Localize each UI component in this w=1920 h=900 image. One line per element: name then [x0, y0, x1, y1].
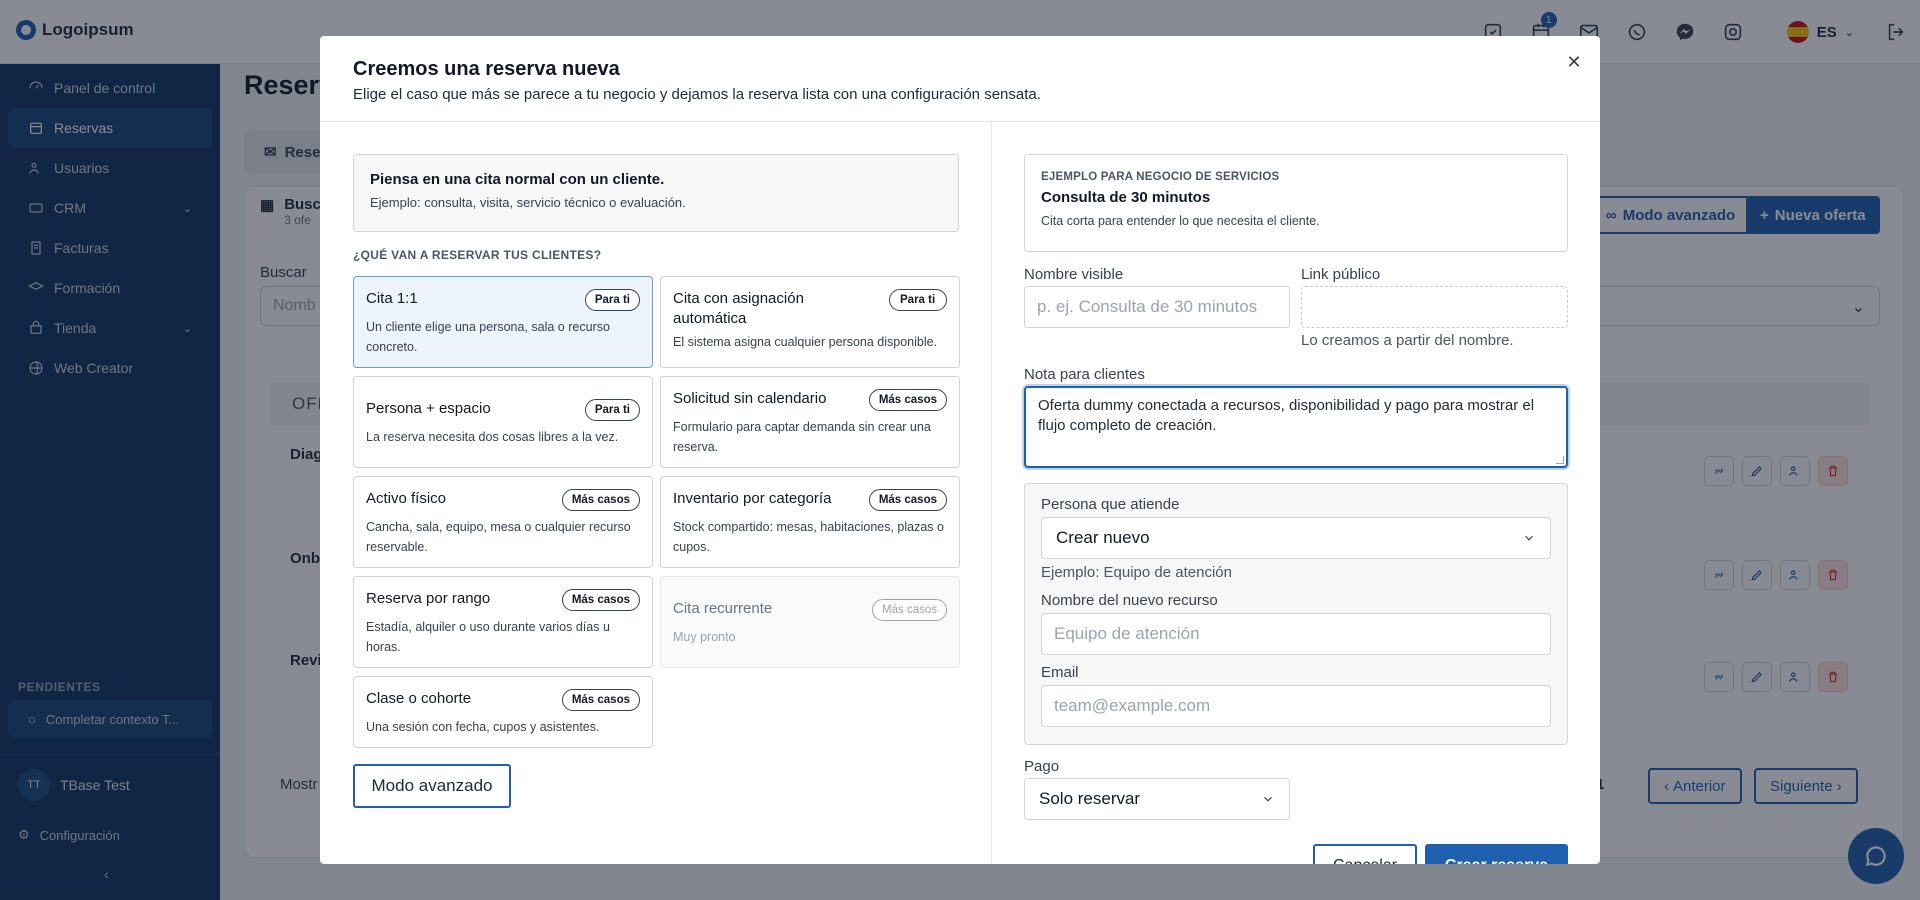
resize-handle-icon[interactable]	[1556, 456, 1564, 464]
modal-subtitle: Elige el caso que más se parece a tu neg…	[353, 86, 1041, 103]
option-description: El sistema asigna cualquier persona disp…	[673, 335, 938, 349]
example-box: EJEMPLO PARA NEGOCIO DE SERVICIOS Consul…	[1024, 154, 1568, 252]
resource-name-input[interactable]: Equipo de atención	[1041, 613, 1551, 655]
option-title: Cita recurrente	[673, 600, 773, 617]
chevron-down-icon	[1264, 796, 1272, 802]
create-booking-button[interactable]: Crear reserva	[1425, 844, 1568, 864]
payment-label: Pago	[1024, 758, 1060, 775]
public-link-help: Lo creamos a partir del nombre.	[1301, 332, 1514, 349]
person-select-value: Crear nuevo	[1056, 528, 1150, 547]
option-description: La reserva necesita dos cosas libres a l…	[366, 430, 619, 444]
person-label: Persona que atiende	[1041, 496, 1180, 513]
person-help: Ejemplo: Equipo de atención	[1041, 564, 1232, 581]
chevron-down-icon	[1525, 535, 1533, 541]
column-divider	[991, 122, 992, 864]
email-label: Email	[1041, 664, 1079, 681]
visible-name-label: Nombre visible	[1024, 266, 1124, 283]
option-badge: Para ti	[889, 289, 947, 311]
option-request-no-calendar[interactable]: Solicitud sin calendario Más casos Formul…	[660, 376, 960, 468]
close-icon[interactable]: ✕	[1562, 50, 1586, 74]
option-inventory-category[interactable]: Inventario por categoría Más casos Stock …	[660, 476, 960, 568]
option-badge: Más casos	[561, 689, 640, 711]
option-title: Cita con asignación automática	[673, 290, 804, 327]
option-badge: Para ti	[584, 289, 640, 311]
payment-select[interactable]: Solo reservar	[1024, 778, 1290, 820]
option-description: Stock compartido: mesas, habitaciones, p…	[673, 520, 944, 554]
option-badge: Para ti	[584, 399, 640, 421]
option-recurring-appointment: Cita recurrente Más casos Muy pronto	[660, 576, 960, 668]
question-label: ¿QUÉ VAN A RESERVAR TUS CLIENTES?	[353, 248, 602, 262]
cancel-button[interactable]: Cancelar	[1313, 844, 1417, 864]
option-badge: Más casos	[868, 389, 947, 411]
option-title: Activo físico	[366, 490, 447, 507]
note-label: Nota para clientes	[1024, 366, 1145, 383]
resource-name-placeholder: Equipo de atención	[1054, 624, 1200, 643]
visible-name-placeholder: p. ej. Consulta de 30 minutos	[1037, 297, 1258, 316]
option-physical-asset[interactable]: Activo físico Más casos Cancha, sala, equ…	[353, 476, 653, 568]
option-title: Inventario por categoría	[673, 490, 832, 507]
option-description: Muy pronto	[673, 630, 736, 644]
intro-box: Piensa en una cita normal con un cliente…	[353, 154, 959, 232]
visible-name-input[interactable]: p. ej. Consulta de 30 minutos	[1024, 286, 1290, 328]
option-title: Clase o cohorte	[366, 690, 472, 707]
option-description: Estadía, alquiler o uso durante varios d…	[366, 620, 610, 654]
option-title: Reserva por rango	[366, 590, 491, 607]
modal-header: Creemos una reserva nueva Elige el caso …	[320, 36, 1600, 122]
option-title: Persona + espacio	[366, 400, 491, 417]
intro-title: Piensa en una cita normal con un cliente…	[370, 171, 665, 188]
modal-title: Creemos una reserva nueva	[353, 58, 620, 80]
option-title: Cita 1:1	[366, 290, 418, 307]
example-subtitle: Cita corta para entender lo que necesita…	[1041, 214, 1320, 228]
payment-select-value: Solo reservar	[1039, 789, 1141, 808]
option-badge: Más casos	[872, 599, 947, 621]
public-link-input	[1301, 286, 1568, 328]
note-text: Oferta dummy conectada a recursos, dispo…	[1038, 397, 1535, 434]
advanced-mode-button[interactable]: Modo avanzado	[353, 764, 511, 808]
resource-name-label: Nombre del nuevo recurso	[1041, 592, 1218, 609]
create-booking-modal: Creemos una reserva nueva Elige el caso …	[320, 36, 1600, 864]
public-link-label: Link público	[1301, 266, 1381, 283]
option-badge: Más casos	[561, 589, 640, 611]
option-description: Formulario para captar demanda sin crear…	[673, 420, 931, 454]
email-placeholder: team@example.com	[1054, 696, 1211, 715]
option-person-space[interactable]: Persona + espacio Para ti La reserva nece…	[353, 376, 653, 468]
option-auto-assign[interactable]: Cita con asignación automática Para ti El…	[660, 276, 960, 368]
note-textarea[interactable]: Oferta dummy conectada a recursos, dispo…	[1024, 386, 1568, 468]
option-badge: Más casos	[868, 489, 947, 511]
option-range-booking[interactable]: Reserva por rango Más casos Estadía, alqu…	[353, 576, 653, 668]
example-title: Consulta de 30 minutos	[1041, 189, 1211, 206]
email-field[interactable]: team@example.com	[1041, 685, 1551, 727]
option-description: Cancha, sala, equipo, mesa o cualquier r…	[366, 520, 631, 554]
intro-subtitle: Ejemplo: consulta, visita, servicio técn…	[370, 195, 686, 210]
option-title: Solicitud sin calendario	[673, 390, 827, 407]
option-description: Un cliente elige una persona, sala o rec…	[366, 320, 610, 354]
option-class-cohort[interactable]: Clase o cohorte Más casos Una sesión con …	[353, 676, 653, 748]
option-description: Una sesión con fecha, cupos y asistentes…	[366, 720, 600, 734]
option-badge: Más casos	[561, 489, 640, 511]
option-cita-1-1[interactable]: Cita 1:1 Para ti Un cliente elige una per…	[353, 276, 653, 368]
example-kicker: EJEMPLO PARA NEGOCIO DE SERVICIOS	[1041, 171, 1280, 183]
person-select[interactable]: Crear nuevo	[1041, 517, 1551, 559]
